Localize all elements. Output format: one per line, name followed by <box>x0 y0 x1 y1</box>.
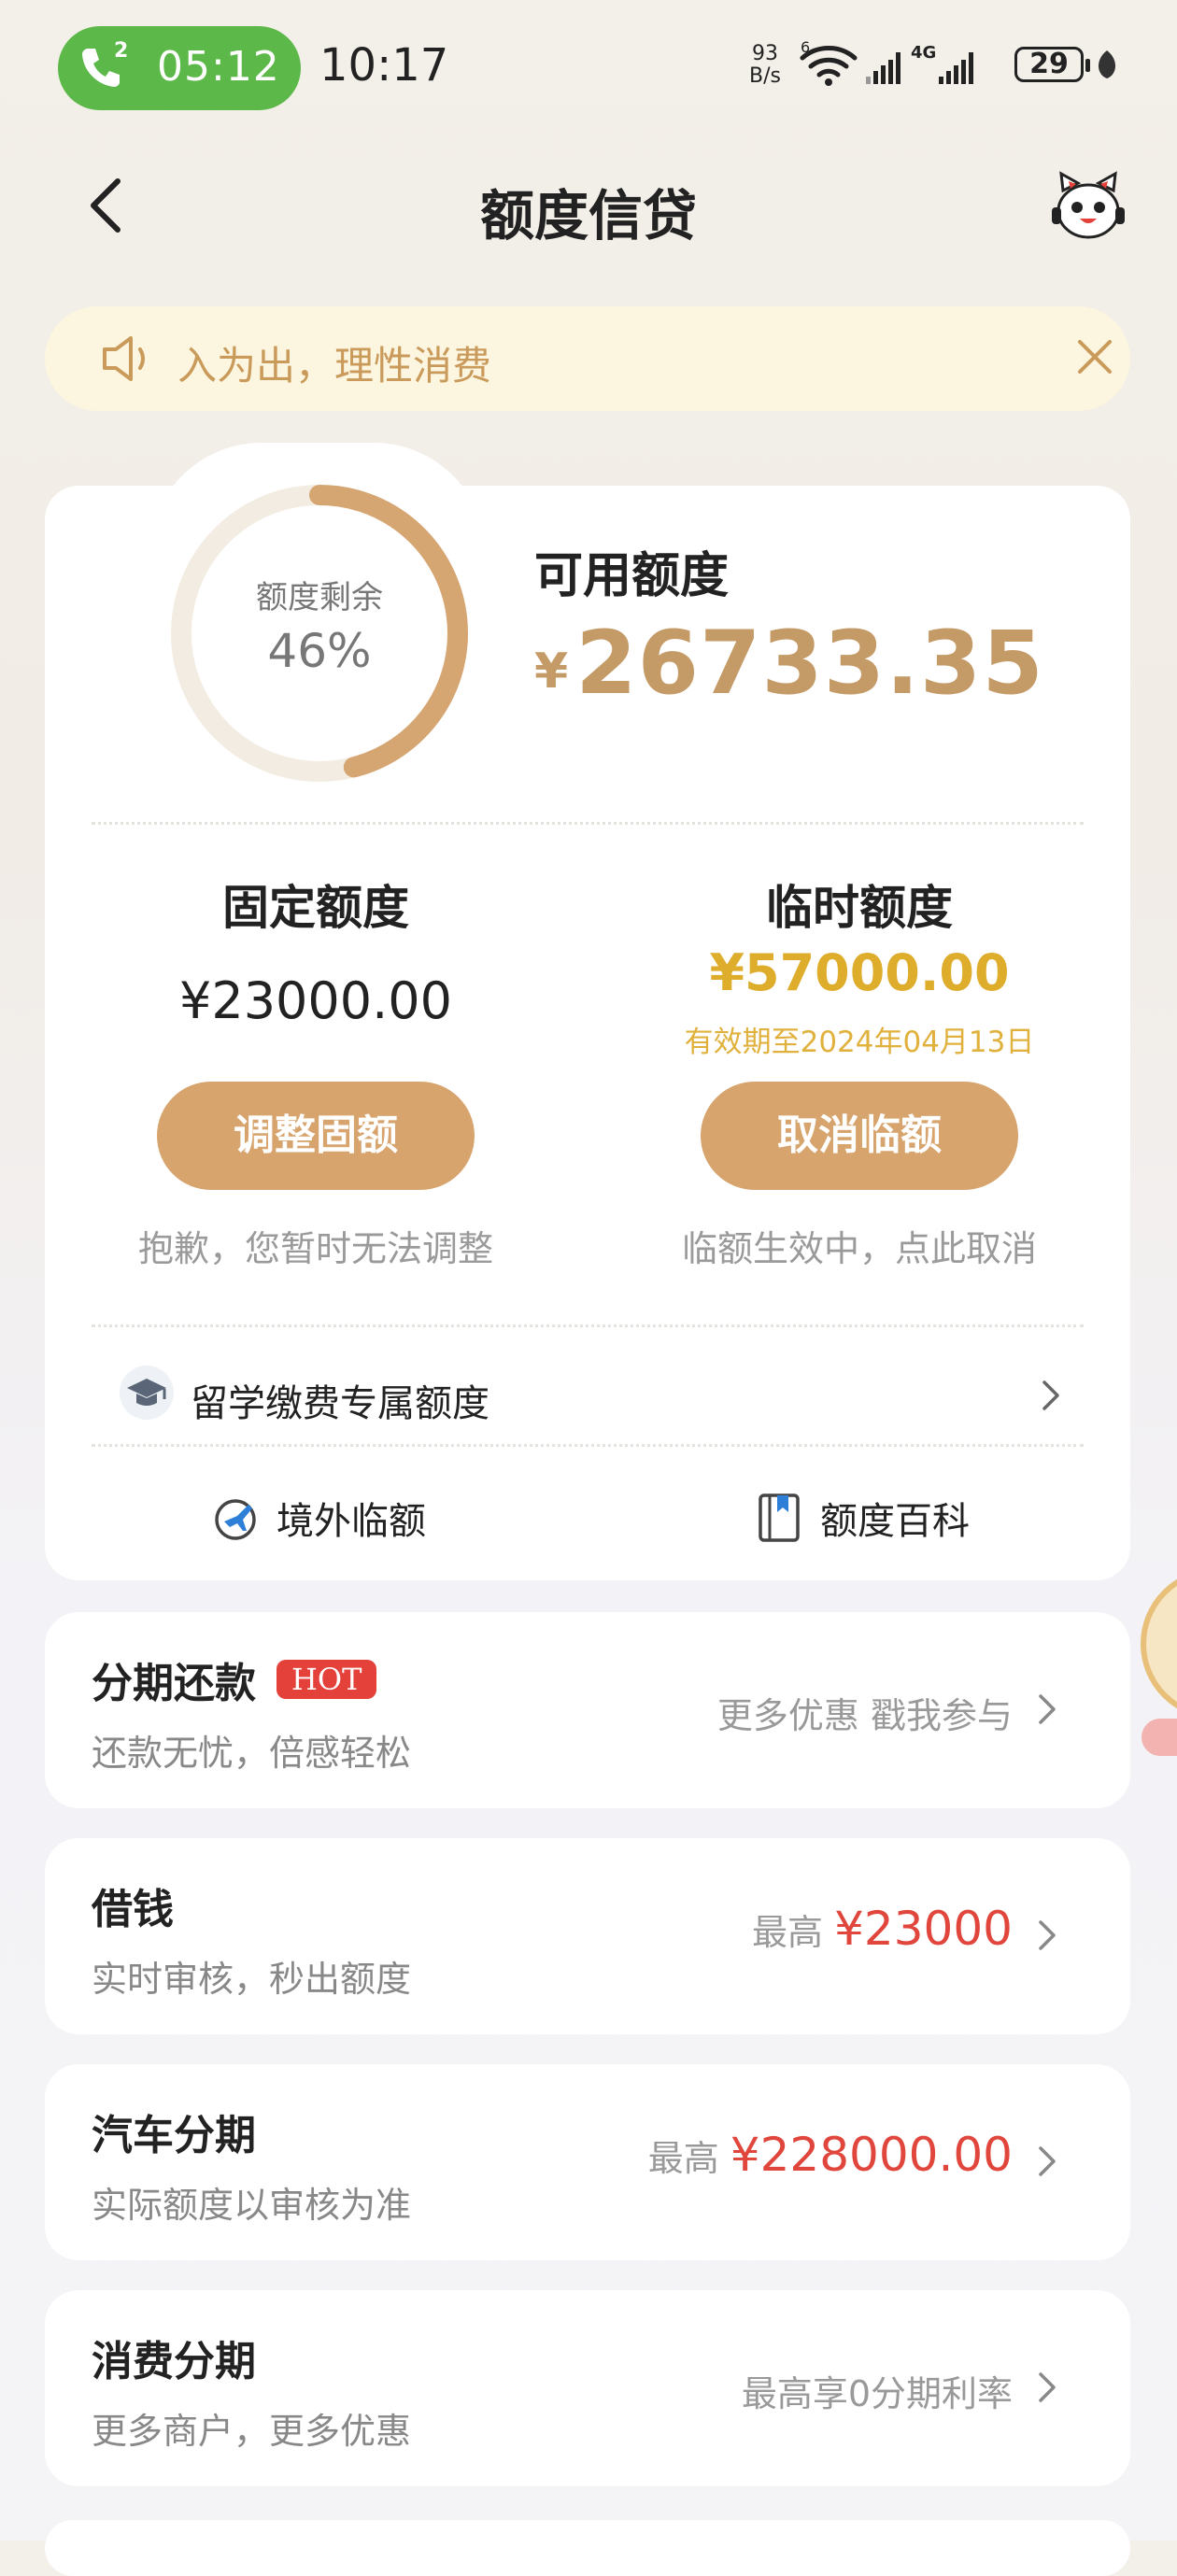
svg-text:4G: 4G <box>911 43 936 63</box>
chevron-right-icon <box>1042 1380 1059 1410</box>
call-timer: 05:12 <box>157 43 280 91</box>
mascot-service-icon[interactable] <box>1048 170 1128 245</box>
cancel-temporary-credit-button[interactable]: 取消临额 <box>701 1082 1018 1190</box>
chevron-right-icon <box>1039 2372 1056 2402</box>
list-item-title: 分期还款 <box>92 1660 256 1707</box>
speaker-icon <box>103 336 145 381</box>
list-item-subtitle: 更多商户，更多优惠 <box>92 2411 412 2452</box>
temporary-credit-amount: ¥57000.00 <box>709 943 1010 1002</box>
wifi-icon: 6 <box>800 39 858 86</box>
book-icon <box>759 1493 800 1542</box>
list-item-subtitle: 还款无忧，倍感轻松 <box>92 1733 412 1774</box>
floating-promo-badge-icon[interactable] <box>1132 1569 1177 1784</box>
currency-symbol: ¥ <box>534 644 569 700</box>
study-abroad-credit-label: 留学缴费专属额度 <box>191 1382 489 1425</box>
next-list-card-partial[interactable] <box>45 2520 1130 2576</box>
fixed-credit-amount: ¥23000.00 <box>178 971 453 1030</box>
divider <box>92 822 1084 825</box>
hot-badge: HOT <box>277 1660 377 1699</box>
svg-text:6: 6 <box>801 39 810 56</box>
signal-bars-icon-1 <box>866 52 900 84</box>
power-saving-leaf-icon <box>1098 50 1116 78</box>
battery-indicator: 29 <box>1014 47 1090 82</box>
fixed-credit-title: 固定额度 <box>222 881 409 935</box>
network-speed-value: 93 <box>751 42 778 65</box>
list-item-title: 汽车分期 <box>92 2112 256 2159</box>
max-amount: ¥228000.00 <box>730 2128 1013 2182</box>
chevron-right-icon <box>1039 1694 1056 1724</box>
fixed-credit-note: 抱歉，您暂时无法调整 <box>137 1228 493 1269</box>
installment-repayment-card[interactable]: 分期还款 HOT 还款无忧，倍感轻松 更多优惠 戳我参与 <box>45 1612 1130 1808</box>
list-item-subtitle: 实际额度以审核为准 <box>92 2185 412 2226</box>
consumer-installment-card[interactable]: 消费分期 更多商户，更多优惠 最高享0分期利率 <box>45 2290 1130 2486</box>
network-speed-unit: B/s <box>749 64 781 88</box>
list-item-right-text: 更多优惠 戳我参与 <box>716 1695 1013 1736</box>
notice-banner[interactable]: 入为出，理性消费 <box>45 306 1130 411</box>
max-prefix: 最高 <box>752 1912 824 1953</box>
car-installment-card[interactable]: 汽车分期 实际额度以审核为准 最高 ¥228000.00 <box>45 2064 1130 2260</box>
call-count: 2 <box>114 39 129 63</box>
close-icon[interactable] <box>1074 336 1115 377</box>
list-item-title: 消费分期 <box>92 2338 256 2385</box>
credit-encyclopedia-link[interactable]: 额度百科 <box>755 1485 970 1550</box>
borrow-money-card[interactable]: 借钱 实时审核，秒出额度 最高 ¥23000 <box>45 1838 1130 2034</box>
network-speed: 93 B/s <box>749 43 781 88</box>
overseas-temp-credit-link[interactable]: 境外临额 <box>209 1485 426 1550</box>
signal-wifi-icons: 6 4G <box>800 39 973 86</box>
temporary-credit-validity: 有效期至2024年04月13日 <box>684 1026 1035 1059</box>
page-title: 额度信贷 <box>479 184 697 248</box>
notice-text: 入为出，理性消费 <box>177 343 492 389</box>
list-item-right-text: 最高享0分期利率 <box>741 2373 1013 2414</box>
temporary-credit-title: 临时额度 <box>766 881 953 935</box>
list-item-subtitle: 实时审核，秒出额度 <box>92 1959 412 2000</box>
graduation-cap-icon <box>120 1366 174 1420</box>
adjust-fixed-credit-button[interactable]: 调整固额 <box>157 1082 475 1190</box>
list-item-title: 借钱 <box>92 1886 174 1933</box>
divider <box>92 1324 1084 1327</box>
available-credit-label: 可用额度 <box>534 548 730 604</box>
chevron-right-icon <box>1039 1920 1056 1950</box>
max-prefix: 最高 <box>647 2138 719 2179</box>
overseas-temp-credit-label: 境外临额 <box>277 1500 426 1543</box>
available-amount-value: 26733.35 <box>575 613 1044 715</box>
ring-label: 额度剩余 <box>256 579 383 616</box>
globe-plane-icon <box>215 1499 256 1540</box>
signal-bars-icon-2: 4G <box>911 43 973 84</box>
temporary-credit-note[interactable]: 临额生效中，点此取消 <box>626 1220 1093 1271</box>
max-amount: ¥23000 <box>834 1902 1013 1956</box>
ongoing-call-pill[interactable]: 2 05:12 <box>58 26 301 110</box>
credit-encyclopedia-label: 额度百科 <box>820 1500 970 1543</box>
status-time: 10:17 <box>319 39 449 92</box>
divider <box>92 1444 1084 1447</box>
available-credit-amount: ¥26733.35 <box>534 613 1044 715</box>
ring-percent: 46% <box>267 624 372 678</box>
chevron-right-icon <box>1039 2146 1056 2176</box>
